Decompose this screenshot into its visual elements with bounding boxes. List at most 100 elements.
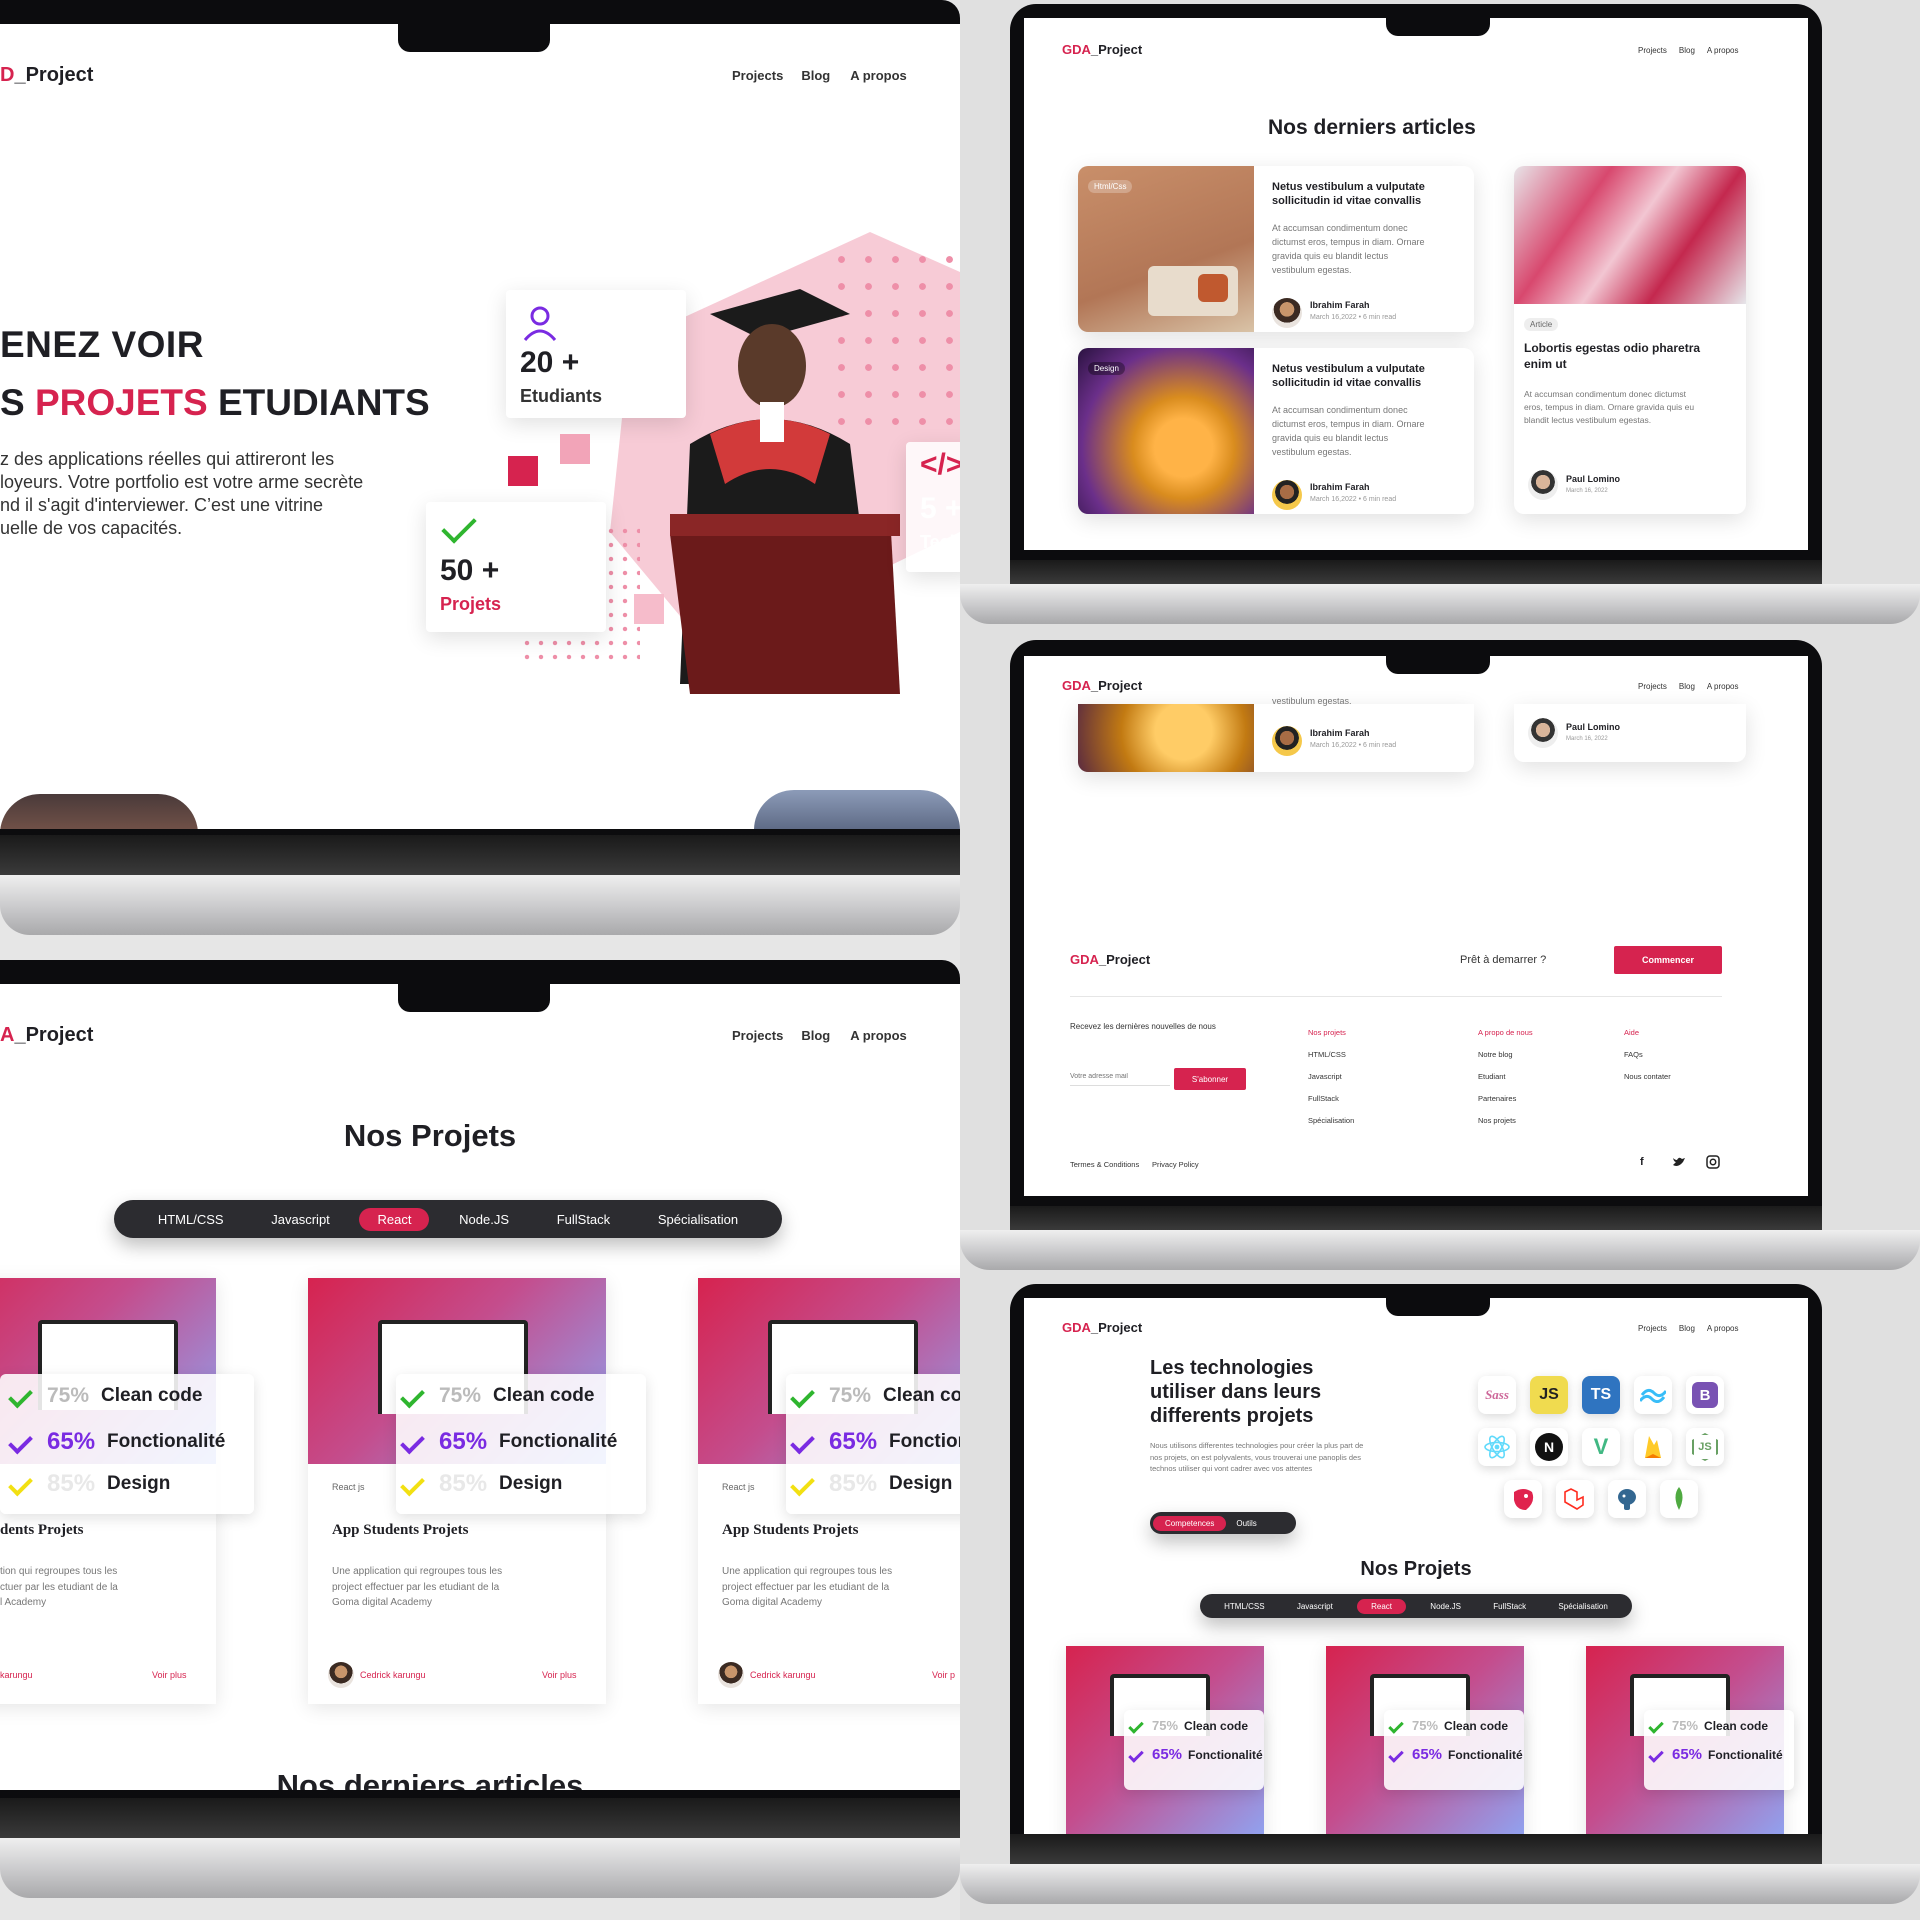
tab-html-css[interactable]: HTML/CSS: [1216, 1599, 1272, 1614]
article-card-2[interactable]: Design Netus vestibulum a vulputate soll…: [1078, 348, 1474, 514]
article-title[interactable]: Netus vestibulum a vulputate sollicitudi…: [1272, 362, 1452, 390]
tech-screen: GDA_Project Projects Blog A propos Les t…: [1024, 1298, 1808, 1834]
toggle-competences[interactable]: Competences: [1153, 1515, 1227, 1531]
toggle-outils[interactable]: Outils: [1226, 1516, 1266, 1531]
project-title[interactable]: dents Projets: [0, 1522, 83, 1539]
nav-apropos[interactable]: A propos: [850, 1028, 907, 1043]
nav-projects[interactable]: Projects: [732, 1028, 783, 1043]
brand-logo[interactable]: A_Project: [0, 1024, 93, 1047]
avatar-bubble-right: [754, 790, 960, 829]
ready-text: Prêt à demarrer ?: [1460, 954, 1547, 966]
tab-fullstack[interactable]: FullStack: [539, 1208, 628, 1231]
tab-nodejs[interactable]: Node.JS: [1422, 1599, 1469, 1614]
see-more-link[interactable]: Voir plus: [542, 1670, 577, 1680]
tab-specialisation[interactable]: Spécialisation: [640, 1208, 756, 1231]
subscribe-button[interactable]: S'abonner: [1174, 1068, 1246, 1090]
nav-projects[interactable]: Projects: [1638, 1324, 1667, 1333]
author-name: Ibrahim Farah: [1310, 300, 1370, 310]
author-avatar: [1528, 718, 1558, 748]
nav-apropos[interactable]: A propos: [1707, 1324, 1739, 1333]
article-meta: March 16, 2022: [1566, 736, 1608, 742]
hero-headline-2: S PROJETS ETUDIANTS: [0, 382, 430, 423]
stat-projects-label: Projets: [440, 594, 502, 614]
red-square: [508, 456, 538, 486]
footer-link[interactable]: Nous contater: [1624, 1066, 1671, 1088]
camera-notch: [1386, 18, 1490, 36]
footer-link[interactable]: Partenaires: [1478, 1088, 1533, 1110]
project-title[interactable]: App Students Projets: [722, 1522, 858, 1539]
avatar-bubble-left: [0, 794, 198, 829]
project-title[interactable]: App Students Projets: [332, 1522, 468, 1539]
brand-logo[interactable]: GDA_Project: [1062, 678, 1142, 693]
nav-blog[interactable]: Blog: [801, 1028, 830, 1043]
tab-react[interactable]: React: [359, 1207, 430, 1231]
code-icon: </>: [920, 448, 960, 481]
terms-link[interactable]: Termes & Conditions: [1070, 1160, 1139, 1169]
nav-blog[interactable]: Blog: [1679, 1324, 1695, 1333]
footer-link[interactable]: Etudiant: [1478, 1066, 1533, 1088]
article-feature-card[interactable]: Article Lobortis egestas odio pharetra e…: [1514, 166, 1746, 514]
tab-fullstack[interactable]: FullStack: [1485, 1599, 1534, 1614]
nav-blog[interactable]: Blog: [801, 68, 830, 83]
js-icon: JS: [1530, 1376, 1568, 1414]
tab-html-css[interactable]: HTML/CSS: [140, 1208, 242, 1231]
instagram-icon[interactable]: [1706, 1155, 1720, 1169]
footer-brand[interactable]: GDA_Project: [1070, 952, 1150, 967]
brand-logo[interactable]: D_Project: [0, 64, 93, 87]
project-tag: React js: [332, 1482, 365, 1492]
nav-blog[interactable]: Blog: [1679, 682, 1695, 691]
vue-icon: V: [1582, 1428, 1620, 1466]
see-more-link[interactable]: Voir plus: [152, 1670, 187, 1680]
pink-square: [560, 434, 590, 464]
nav-blog[interactable]: Blog: [1679, 46, 1695, 55]
nav-apropos[interactable]: A propos: [1707, 682, 1739, 691]
article-meta: March 16,2022 • 6 min read: [1310, 496, 1397, 503]
articles-title: Nos derniers articles: [1268, 116, 1476, 139]
footer-link[interactable]: FullStack: [1308, 1088, 1354, 1110]
camera-notch: [398, 24, 550, 52]
brand-logo[interactable]: GDA_Project: [1062, 42, 1142, 57]
nav-apropos[interactable]: A propos: [850, 68, 907, 83]
footer-link[interactable]: Nos projets: [1478, 1110, 1533, 1132]
nav-apropos[interactable]: A propos: [1707, 46, 1739, 55]
footer-link[interactable]: Javascript: [1308, 1066, 1354, 1088]
stat-students-value: 20 +: [520, 346, 580, 379]
ts-icon: TS: [1582, 1376, 1620, 1414]
footer-link[interactable]: HTML/CSS: [1308, 1044, 1354, 1066]
nav-projects[interactable]: Projects: [1638, 682, 1667, 691]
tab-nodejs[interactable]: Node.JS: [441, 1208, 527, 1231]
see-more-link[interactable]: Voir p: [932, 1670, 955, 1680]
email-input[interactable]: [1070, 1068, 1170, 1086]
nextjs-icon: N: [1530, 1428, 1568, 1466]
laptop-base: [960, 1864, 1920, 1904]
start-button[interactable]: Commencer: [1614, 946, 1722, 974]
author-avatar: [328, 1662, 354, 1688]
tab-react[interactable]: React: [1357, 1598, 1407, 1614]
twitter-icon[interactable]: [1672, 1156, 1686, 1168]
feature-card-scrolled[interactable]: Paul Lomino March 16, 2022: [1514, 704, 1746, 762]
author-avatar: [1272, 726, 1302, 756]
facebook-icon[interactable]: f: [1640, 1156, 1644, 1168]
privacy-link[interactable]: Privacy Policy: [1152, 1160, 1199, 1169]
article-title[interactable]: Netus vestibulum a vulputate sollicitudi…: [1272, 180, 1452, 208]
top-nav: Projects Blog A propos: [1638, 46, 1739, 55]
brand-logo[interactable]: GDA_Project: [1062, 1320, 1142, 1335]
laptop-hinge: [1010, 1206, 1822, 1230]
stat-clean-code-2: 75% Clean code: [400, 1383, 594, 1409]
footer-link[interactable]: Notre blog: [1478, 1044, 1533, 1066]
article-card-scrolled[interactable]: Ibrahim Farah March 16,2022 • 6 min read: [1078, 704, 1474, 772]
stat-card-projects: 50 + Projets: [426, 502, 606, 632]
tab-javascript[interactable]: Javascript: [253, 1208, 348, 1231]
article-card-1[interactable]: Html/Css Netus vestibulum a vulputate so…: [1078, 166, 1474, 332]
stat-functionality-mini-3: 65% Fonctionalité: [1648, 1746, 1783, 1763]
project-desc: Une application qui regroupes tous les pr…: [722, 1566, 893, 1608]
nav-projects[interactable]: Projects: [1638, 46, 1667, 55]
footer-link[interactable]: Spécialisation: [1308, 1110, 1354, 1132]
tab-specialisation[interactable]: Spécialisation: [1550, 1599, 1615, 1614]
hero-headline-1: ENEZ VOIR: [0, 324, 204, 365]
article-title[interactable]: Lobortis egestas odio pharetra enim ut: [1524, 340, 1724, 372]
article-excerpt: At accumsan condimentum donec dictumst er…: [1272, 223, 1425, 275]
tab-javascript[interactable]: Javascript: [1289, 1599, 1341, 1614]
nav-projects[interactable]: Projects: [732, 68, 783, 83]
footer-link[interactable]: FAQs: [1624, 1044, 1671, 1066]
